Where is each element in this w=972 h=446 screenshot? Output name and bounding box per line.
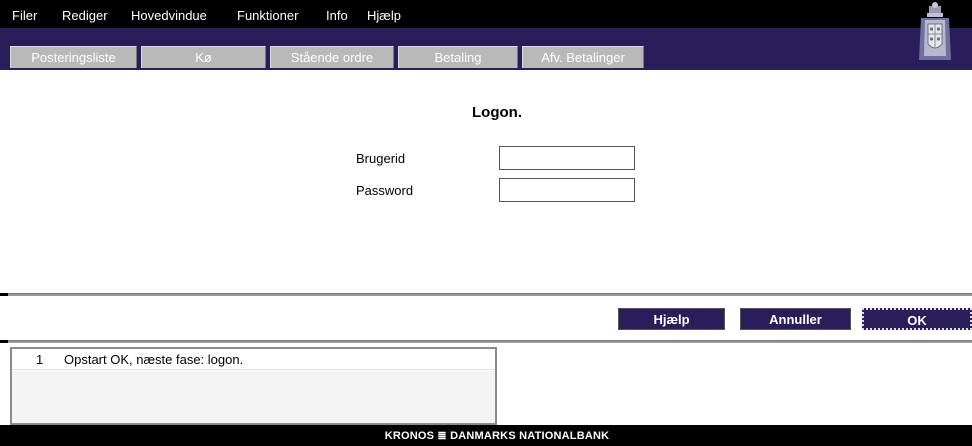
tab-posteringsliste[interactable]: Posteringsliste	[10, 46, 137, 68]
log-list[interactable]: 1 Opstart OK, næste fase: logon.	[10, 347, 497, 425]
page-title: Logon.	[472, 104, 522, 121]
ok-button[interactable]: OK	[862, 308, 972, 330]
tab-afv-betalinger[interactable]: Afv. Betalinger	[522, 46, 644, 68]
password-input[interactable]	[499, 178, 635, 202]
menu-funktioner[interactable]: Funktioner	[237, 8, 298, 23]
help-button[interactable]: Hjælp	[618, 308, 725, 330]
password-label: Password	[356, 183, 414, 198]
menu-hjaelp[interactable]: Hjælp	[367, 8, 401, 23]
menu-hovedvindue[interactable]: Hovedvindue	[131, 8, 207, 23]
log-message: Opstart OK, næste fase: logon.	[64, 352, 244, 367]
log-number: 1	[36, 352, 44, 367]
button-bar: Hjælp Annuller OK	[0, 296, 972, 340]
tab-bar: Posteringsliste Kø Stående ordre Betalin…	[0, 28, 972, 70]
log-empty-area	[12, 371, 495, 423]
logon-panel: Logon. Brugerid Password	[0, 70, 972, 293]
menu-filer[interactable]: Filer	[12, 8, 37, 23]
footer-bar: KRONOS ≣ DANMARKS NATIONALBANK	[0, 425, 972, 446]
user-id-label: Brugerid	[356, 151, 406, 166]
footer-brand: KRONOS ≣ DANMARKS NATIONALBANK	[384, 430, 610, 442]
tab-koe[interactable]: Kø	[141, 46, 266, 68]
status-area: 1 Opstart OK, næste fase: logon.	[0, 343, 972, 425]
list-item[interactable]: 1 Opstart OK, næste fase: logon.	[12, 349, 495, 370]
menu-rediger[interactable]: Rediger	[62, 8, 108, 23]
menu-bar: Filer Rediger Hovedvindue Funktioner Inf…	[0, 0, 972, 28]
tab-betaling[interactable]: Betaling	[398, 46, 518, 68]
menu-info[interactable]: Info	[326, 8, 348, 23]
user-id-input[interactable]	[499, 146, 635, 170]
tab-staaende-ordre[interactable]: Stående ordre	[270, 46, 394, 68]
cancel-button[interactable]: Annuller	[740, 308, 851, 330]
royal-crest-icon	[919, 2, 951, 60]
